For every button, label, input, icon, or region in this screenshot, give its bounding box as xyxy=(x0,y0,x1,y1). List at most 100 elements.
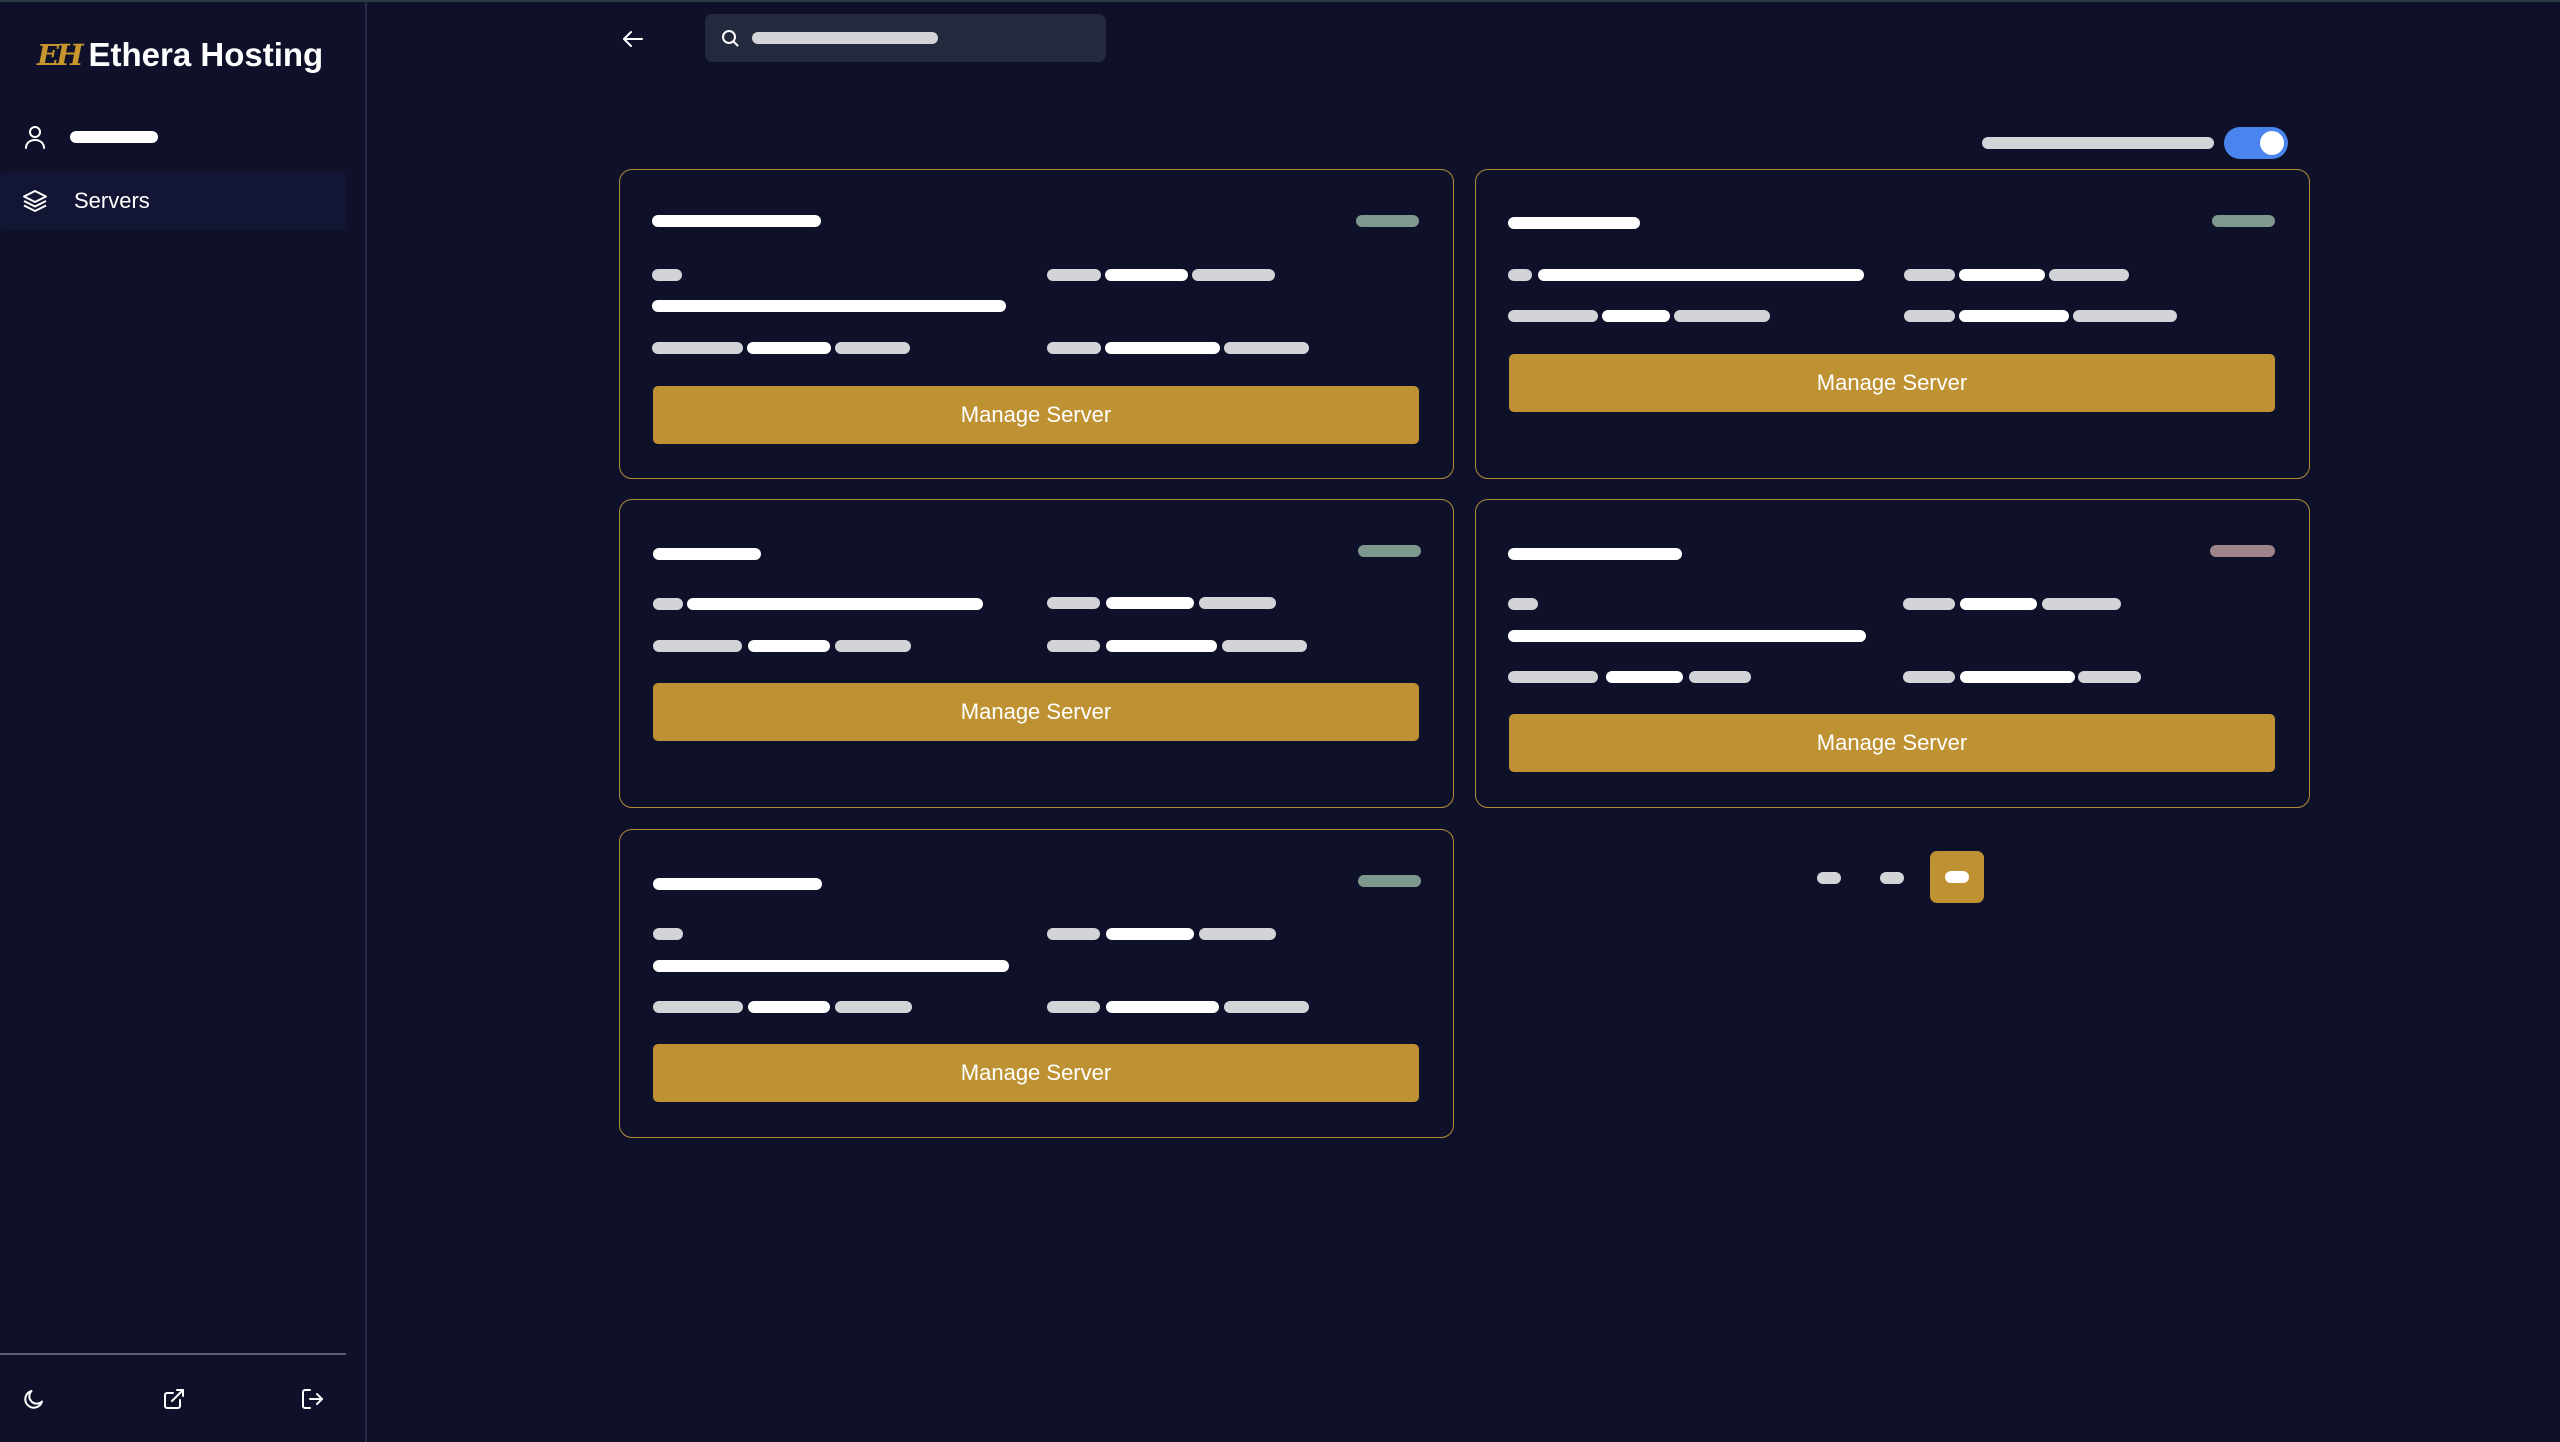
arrow-left-icon xyxy=(623,31,643,47)
page-button-3-current[interactable] xyxy=(1930,851,1984,903)
server-detail xyxy=(1960,671,2075,683)
server-card: Manage Server xyxy=(619,499,1454,808)
sidebar-footer xyxy=(0,1385,346,1419)
manage-server-button[interactable]: Manage Server xyxy=(653,683,1419,741)
server-detail xyxy=(1047,1001,1100,1013)
search-icon xyxy=(721,27,743,49)
server-detail xyxy=(1689,671,1751,683)
brand-mark: EH xyxy=(37,38,83,72)
user-icon xyxy=(22,124,48,150)
server-detail xyxy=(835,342,910,354)
search-bar[interactable] xyxy=(705,14,1106,62)
server-detail xyxy=(1047,342,1101,354)
page-button-1[interactable] xyxy=(1812,869,1846,887)
server-detail xyxy=(1105,342,1220,354)
server-detail xyxy=(653,598,683,610)
page-number xyxy=(1945,871,1969,883)
server-detail xyxy=(1224,1001,1309,1013)
server-detail xyxy=(1047,928,1100,940)
sidebar-item-label: Servers xyxy=(74,188,150,213)
server-detail xyxy=(1538,269,1864,281)
server-detail xyxy=(1192,269,1275,281)
server-detail xyxy=(1106,640,1217,652)
status-badge xyxy=(1356,215,1419,227)
server-detail xyxy=(1674,310,1770,322)
view-toggle[interactable] xyxy=(2224,127,2288,159)
status-badge xyxy=(2212,215,2275,227)
server-card: Manage Server xyxy=(1475,499,2310,808)
logout-icon[interactable] xyxy=(299,1385,327,1413)
server-detail xyxy=(1959,310,2069,322)
server-detail xyxy=(1508,671,1598,683)
page-number xyxy=(1880,872,1904,884)
server-detail xyxy=(1105,269,1188,281)
sidebar-divider xyxy=(0,1353,346,1355)
server-detail xyxy=(1903,671,1955,683)
server-card: Manage Server xyxy=(1475,169,2310,479)
server-detail xyxy=(1602,310,1670,322)
view-toggle-row xyxy=(1982,127,2288,159)
server-detail xyxy=(1222,640,1307,652)
server-detail xyxy=(1106,597,1194,609)
server-detail xyxy=(1606,671,1683,683)
server-detail xyxy=(835,640,911,652)
back-button[interactable] xyxy=(618,24,648,54)
moon-icon[interactable] xyxy=(20,1385,48,1413)
server-detail xyxy=(2042,598,2121,610)
server-detail xyxy=(653,928,683,940)
server-detail xyxy=(2078,671,2141,683)
server-detail xyxy=(1106,928,1194,940)
sidebar: EH Ethera Hosting Servers xyxy=(0,2,367,1442)
server-detail xyxy=(1047,640,1100,652)
server-detail xyxy=(687,598,983,610)
server-detail xyxy=(748,1001,830,1013)
brand-logo[interactable]: EH Ethera Hosting xyxy=(37,36,323,74)
sidebar-item-label xyxy=(70,131,158,143)
search-placeholder xyxy=(752,32,938,44)
server-name xyxy=(1508,217,1640,229)
server-detail xyxy=(1960,598,2037,610)
page-button-2[interactable] xyxy=(1875,869,1909,887)
server-card: Manage Server xyxy=(619,169,1454,479)
server-detail xyxy=(747,342,831,354)
brand-name: Ethera Hosting xyxy=(88,36,324,73)
sidebar-item-servers[interactable]: Servers xyxy=(0,172,346,230)
top-border xyxy=(0,0,2560,2)
status-badge xyxy=(2210,545,2275,557)
server-name xyxy=(653,548,761,560)
server-detail xyxy=(1199,928,1276,940)
status-badge xyxy=(1358,875,1421,887)
toggle-label xyxy=(1982,137,2214,149)
page-number xyxy=(1817,872,1841,884)
server-detail xyxy=(1904,269,1955,281)
server-detail xyxy=(653,1001,743,1013)
server-name xyxy=(652,215,821,227)
server-detail xyxy=(1508,269,1532,281)
server-detail xyxy=(1224,342,1309,354)
server-detail xyxy=(835,1001,912,1013)
layers-icon xyxy=(22,188,48,214)
server-detail xyxy=(652,269,682,281)
server-detail xyxy=(1508,630,1866,642)
status-badge xyxy=(1358,545,1421,557)
server-detail xyxy=(1903,598,1955,610)
server-detail xyxy=(653,960,1009,972)
manage-server-button[interactable]: Manage Server xyxy=(653,386,1419,444)
manage-server-button[interactable]: Manage Server xyxy=(653,1044,1419,1102)
manage-server-button[interactable]: Manage Server xyxy=(1509,354,2275,412)
sidebar-item-account[interactable] xyxy=(0,108,346,166)
server-card: Manage Server xyxy=(619,829,1454,1138)
server-detail xyxy=(652,300,1006,312)
server-detail xyxy=(748,640,830,652)
toggle-knob xyxy=(2260,131,2284,155)
server-detail xyxy=(1959,269,2045,281)
server-detail xyxy=(1047,269,1101,281)
server-detail xyxy=(1199,597,1276,609)
external-link-icon[interactable] xyxy=(160,1385,188,1413)
server-detail xyxy=(1508,598,1538,610)
server-name xyxy=(1508,548,1682,560)
server-detail xyxy=(1047,597,1100,609)
server-detail xyxy=(2073,310,2177,322)
server-detail xyxy=(653,640,742,652)
manage-server-button[interactable]: Manage Server xyxy=(1509,714,2275,772)
